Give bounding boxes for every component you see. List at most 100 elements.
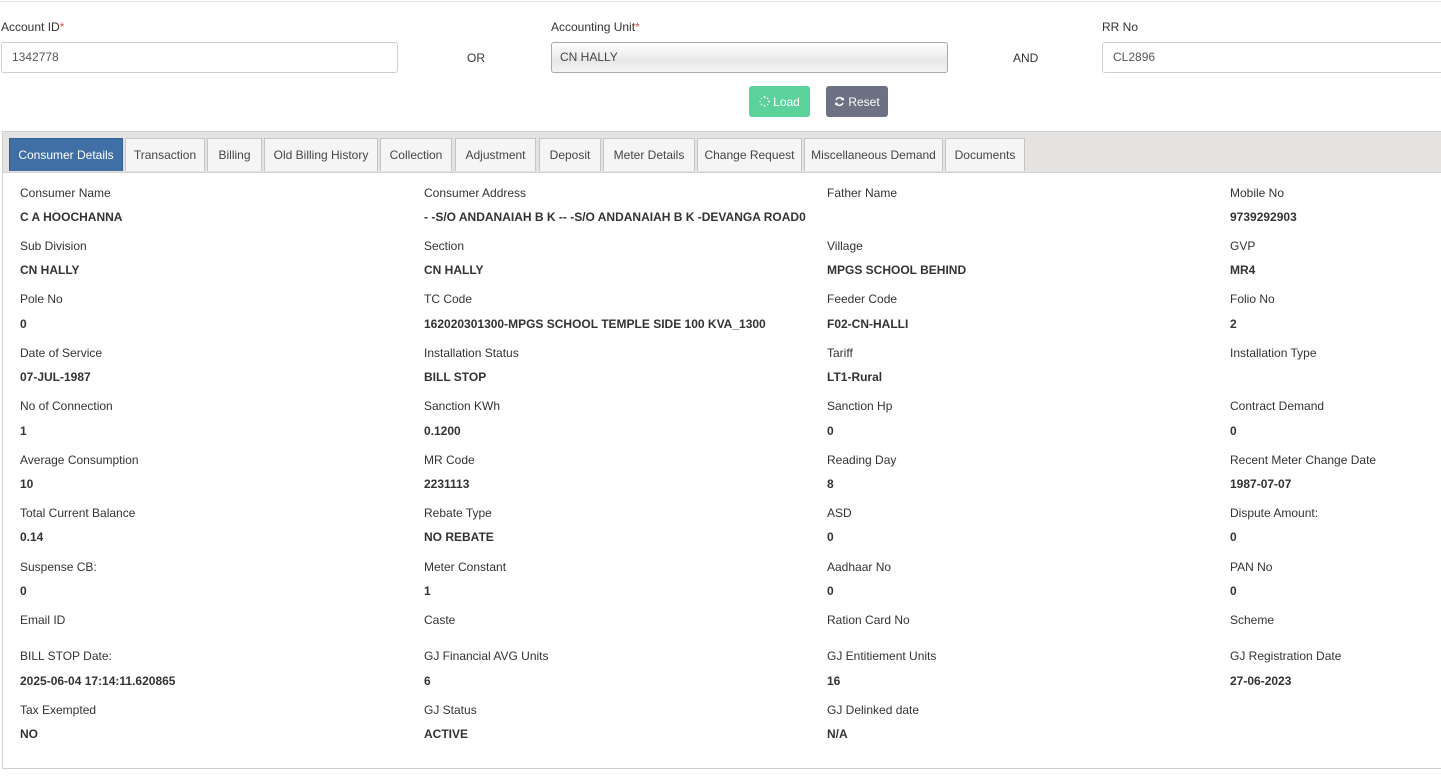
folio-no-value: 2 xyxy=(1230,317,1237,331)
bill-stop-date-label: BILL STOP Date: xyxy=(20,649,112,663)
gj-status-value: ACTIVE xyxy=(424,727,469,741)
pole-no-label: Pole No xyxy=(20,292,63,306)
spinner-icon xyxy=(759,96,770,107)
installation-type-label: Installation Type xyxy=(1230,346,1317,360)
tariff-value: LT1-Rural xyxy=(827,370,883,384)
reading-day-value: 8 xyxy=(827,477,834,491)
gj-delinked-date-label: GJ Delinked date xyxy=(827,703,920,717)
mobile-no-label: Mobile No xyxy=(1230,186,1285,200)
accounting-unit-select[interactable]: CN HALLY xyxy=(551,42,948,73)
tab-change-request[interactable]: Change Request xyxy=(697,138,802,171)
gj-financial-avg-units-label: GJ Financial AVG Units xyxy=(424,649,549,663)
tab-collection[interactable]: Collection xyxy=(380,138,452,171)
required-mark: * xyxy=(59,20,65,34)
tab-billing[interactable]: Billing xyxy=(207,138,262,171)
section-value: CN HALLY xyxy=(424,263,484,277)
consumer-panel: Consumer Details Transaction Billing Old… xyxy=(2,131,1441,769)
reset-button[interactable]: Reset xyxy=(826,86,888,117)
date-of-service-value: 07-JUL-1987 xyxy=(20,370,91,384)
average-consumption-value: 10 xyxy=(20,477,34,491)
rr-no-input[interactable]: CL2896 xyxy=(1102,42,1441,73)
father-name-label: Father Name xyxy=(827,186,898,200)
bill-stop-date-value: 2025-06-04 17:14:11.620865 xyxy=(20,674,176,688)
sanction-kwh-value: 0.1200 xyxy=(424,424,461,438)
gj-registration-date-label: GJ Registration Date xyxy=(1230,649,1342,663)
gj-registration-date-value: 27-06-2023 xyxy=(1230,674,1292,688)
load-button[interactable]: Load xyxy=(749,86,810,117)
gj-entitlement-units-value: 16 xyxy=(827,674,841,688)
consumer-name-value: C A HOOCHANNA xyxy=(20,210,123,224)
or-connector: OR xyxy=(467,51,485,65)
tax-exempted-label: Tax Exempted xyxy=(20,703,97,717)
no-of-connection-label: No of Connection xyxy=(20,399,113,413)
tab-consumer-details[interactable]: Consumer Details xyxy=(9,138,123,171)
pole-no-value: 0 xyxy=(20,317,27,331)
gvp-value: MR4 xyxy=(1230,263,1256,277)
consumer-address-value: - -S/O ANDANAIAH B K -- -S/O ANDANAIAH B… xyxy=(424,210,806,224)
no-of-connection-value: 1 xyxy=(20,424,27,438)
tax-exempted-value: NO xyxy=(20,727,38,741)
rr-no-label-text: RR No xyxy=(1102,20,1139,34)
aadhaar-no-label: Aadhaar No xyxy=(827,560,892,574)
dispute-amount-label: Dispute Amount: xyxy=(1230,506,1319,520)
total-current-balance-label: Total Current Balance xyxy=(20,506,136,520)
required-mark: * xyxy=(635,20,640,34)
tc-code-value: 162020301300-MPGS SCHOOL TEMPLE SIDE 100… xyxy=(424,317,766,331)
tab-adjustment[interactable]: Adjustment xyxy=(455,138,536,171)
folio-no-label: Folio No xyxy=(1230,292,1275,306)
recent-meter-change-date-label: Recent Meter Change Date xyxy=(1230,453,1377,467)
rr-no-label: RR No xyxy=(1102,20,1138,34)
suspense-cb-value: 0 xyxy=(20,584,27,598)
mr-code-label: MR Code xyxy=(424,453,475,467)
consumer-address-label: Consumer Address xyxy=(424,186,527,200)
gj-entitlement-units-label: GJ Entitiement Units xyxy=(827,649,937,663)
rebate-type-value: NO REBATE xyxy=(424,530,494,544)
asd-value: 0 xyxy=(827,530,834,544)
gj-financial-avg-units-value: 6 xyxy=(424,674,431,688)
gvp-label: GVP xyxy=(1230,239,1256,253)
feeder-code-label: Feeder Code xyxy=(827,292,898,306)
and-connector: AND xyxy=(1013,51,1039,65)
tab-old-billing-history[interactable]: Old Billing History xyxy=(264,138,378,171)
tab-transaction[interactable]: Transaction xyxy=(125,138,205,171)
consumer-name-label: Consumer Name xyxy=(20,186,111,200)
tc-code-label: TC Code xyxy=(424,292,473,306)
sanction-hp-value: 0 xyxy=(827,424,834,438)
pan-no-value: 0 xyxy=(1230,584,1237,598)
installation-status-value: BILL STOP xyxy=(424,370,487,384)
aadhaar-no-value: 0 xyxy=(827,584,834,598)
account-id-input[interactable]: 1342778 xyxy=(1,42,398,73)
account-id-label: Account ID* xyxy=(1,20,64,34)
refresh-icon xyxy=(835,96,845,107)
tab-miscellaneous-demand[interactable]: Miscellaneous Demand xyxy=(804,138,943,171)
sub-division-label: Sub Division xyxy=(20,239,87,253)
tab-deposit[interactable]: Deposit xyxy=(539,138,601,171)
rebate-type-label: Rebate Type xyxy=(424,506,492,520)
sanction-hp-label: Sanction Hp xyxy=(827,399,893,413)
contract-demand-label: Contract Demand xyxy=(1230,399,1325,413)
village-label: Village xyxy=(827,239,863,253)
gj-status-label: GJ Status xyxy=(424,703,477,717)
gj-delinked-date-value: N/A xyxy=(827,727,848,741)
caste-label: Caste xyxy=(424,613,456,627)
mobile-no-value: 9739292903 xyxy=(1230,210,1297,224)
installation-status-label: Installation Status xyxy=(424,346,519,360)
feeder-code-value: F02-CN-HALLI xyxy=(827,317,909,331)
tab-bar: Consumer Details Transaction Billing Old… xyxy=(3,132,1441,173)
mr-code-value: 2231113 xyxy=(424,477,470,491)
tab-meter-details[interactable]: Meter Details xyxy=(603,138,695,171)
recent-meter-change-date-value: 1987-07-07 xyxy=(1230,477,1292,491)
reading-day-label: Reading Day xyxy=(827,453,897,467)
email-id-label: Email ID xyxy=(20,613,66,627)
accounting-unit-label: Accounting Unit* xyxy=(551,20,640,34)
top-divider xyxy=(0,1,1441,2)
sub-division-value: CN HALLY xyxy=(20,263,80,277)
ration-card-no-label: Ration Card No xyxy=(827,613,910,627)
account-id-label-text: Account ID xyxy=(1,20,60,34)
contract-demand-value: 0 xyxy=(1230,424,1237,438)
date-of-service-label: Date of Service xyxy=(20,346,103,360)
tariff-label: Tariff xyxy=(827,346,853,360)
average-consumption-label: Average Consumption xyxy=(20,453,139,467)
total-current-balance-value: 0.14 xyxy=(20,530,44,544)
tab-documents[interactable]: Documents xyxy=(945,138,1025,171)
